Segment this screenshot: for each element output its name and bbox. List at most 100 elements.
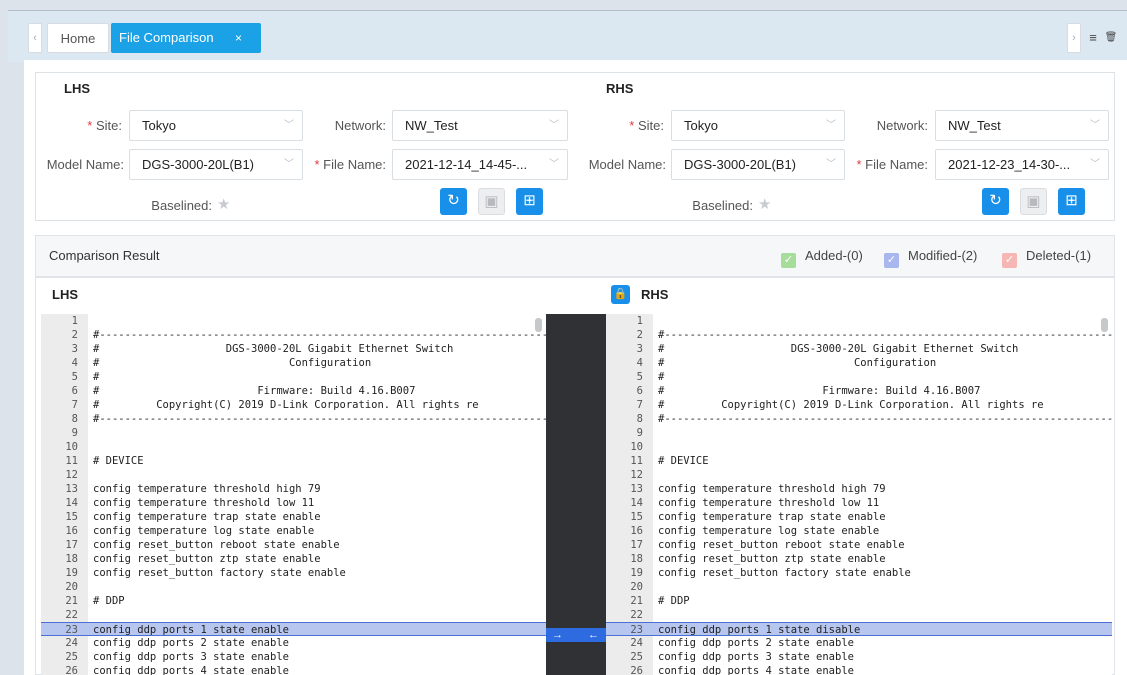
legend-added: ✓ Added-(0) — [781, 248, 863, 268]
star-icon[interactable]: ★ — [758, 195, 771, 213]
code-line: 1 — [606, 314, 1112, 328]
right-code-pane[interactable]: 1 2 #-------------------------------------… — [606, 314, 1112, 675]
line-number: 17 — [630, 539, 643, 551]
line-number: 12 — [65, 469, 78, 481]
line-text: config reset_button ztp state enable — [93, 553, 321, 565]
right-code-lines: 1 2 #-------------------------------------… — [606, 314, 1112, 675]
line-number: 25 — [65, 651, 78, 663]
rhs-site-select[interactable]: Tokyo ﹀ — [671, 110, 845, 141]
trash-icon[interactable]: 🗑 — [1103, 23, 1119, 53]
required-mark: * — [87, 118, 93, 133]
rhs-file-select[interactable]: 2021-12-23_14-30-... ﹀ — [935, 149, 1109, 180]
line-number: 26 — [65, 665, 78, 675]
line-text: config temperature threshold high 79 — [93, 483, 321, 495]
star-icon[interactable]: ★ — [217, 195, 230, 213]
code-line: 2 #--------------------------------------… — [606, 328, 1112, 342]
comparison-frame: LHS 🔒 RHS 1 2 #---------------------------… — [35, 277, 1115, 675]
line-text: config reset_button ztp state enable — [658, 553, 886, 565]
line-number: 6 — [71, 385, 78, 397]
code-line: 21 # DDP — [606, 594, 1112, 608]
arrow-right-icon[interactable]: → — [552, 628, 563, 642]
line-number: 8 — [71, 413, 78, 425]
tab-label: File Comparison — [119, 30, 214, 45]
tab-home[interactable]: Home — [47, 23, 109, 53]
code-line: 1 — [41, 314, 546, 328]
code-line: 21 # DDP — [41, 594, 546, 608]
line-number: 23 — [606, 623, 643, 635]
line-number: 22 — [630, 609, 643, 621]
code-line: 25 config ddp ports 3 state enable — [606, 650, 1112, 664]
chevron-down-icon: ﹀ — [549, 120, 559, 131]
line-text: # — [93, 371, 100, 383]
code-line: 22 — [41, 608, 546, 622]
chevron-down-icon: ﹀ — [1090, 159, 1100, 170]
code-line: 4 # Configuration — [41, 356, 546, 370]
menu-icon[interactable]: ≡ — [1085, 23, 1101, 53]
code-line: 12 — [606, 468, 1112, 482]
add-button[interactable]: ⊞ — [516, 188, 543, 215]
lhs-model-label: Model Name: — [46, 157, 124, 172]
tab-file-comparison[interactable]: File Comparison × — [111, 23, 261, 53]
line-number: 19 — [630, 567, 643, 579]
arrow-left-icon[interactable]: ← — [588, 628, 599, 642]
label-text: Site: — [95, 118, 122, 133]
line-text: config temperature threshold low 11 — [93, 497, 315, 509]
code-line: 22 — [606, 608, 1112, 622]
lhs-file-select[interactable]: 2021-12-14_14-45-... ﹀ — [392, 149, 568, 180]
modified-code-line: 23 config ddp ports 1 state disable — [606, 622, 1112, 636]
save-button[interactable]: ▣ — [478, 188, 505, 215]
line-text: # Configuration — [658, 357, 937, 369]
line-text: config temperature log state enable — [93, 525, 315, 537]
code-line: 18 config reset_button ztp state enable — [41, 552, 546, 566]
add-button[interactable]: ⊞ — [1058, 188, 1085, 215]
scrollbar-thumb[interactable] — [1101, 318, 1108, 332]
scrollbar-thumb[interactable] — [535, 318, 542, 332]
line-text: config ddp ports 4 state enable — [658, 665, 854, 675]
lhs-site-select[interactable]: Tokyo ﹀ — [129, 110, 303, 141]
lock-icon[interactable]: 🔒 — [611, 285, 630, 304]
rhs-title: RHS — [606, 81, 634, 96]
line-number: 7 — [71, 399, 78, 411]
tab-scroll-left-button[interactable]: ‹ — [28, 23, 42, 53]
refresh-button[interactable]: ↻ — [440, 188, 467, 215]
refresh-button[interactable]: ↻ — [982, 188, 1009, 215]
required-mark: * — [856, 157, 862, 172]
line-number: 9 — [636, 427, 643, 439]
lhs-network-select[interactable]: NW_Test ﹀ — [392, 110, 568, 141]
tab-bar: ‹ Home File Comparison × › ≡ 🗑 — [8, 10, 1127, 62]
code-line: 4 # Configuration — [606, 356, 1112, 370]
code-line: 19 config reset_button factory state enab… — [41, 566, 546, 580]
line-text: config reset_button factory state enable — [658, 567, 911, 579]
select-value: DGS-3000-20L(B1) — [142, 157, 254, 172]
code-line: 12 — [41, 468, 546, 482]
rhs-network-select[interactable]: NW_Test ﹀ — [935, 110, 1109, 141]
line-text: config ddp ports 2 state enable — [93, 637, 289, 649]
close-icon[interactable]: × — [235, 23, 242, 53]
check-icon: ✓ — [884, 253, 899, 268]
line-number: 5 — [71, 371, 78, 383]
tab-scroll-right-button[interactable]: › — [1067, 23, 1081, 53]
line-number: 24 — [65, 637, 78, 649]
label-text: File Name: — [865, 157, 928, 172]
code-line: 7 # Copyright(C) 2019 D-Link Corporation.… — [606, 398, 1112, 412]
left-pane-title: LHS — [52, 287, 78, 302]
line-number: 5 — [636, 371, 643, 383]
left-code-pane[interactable]: 1 2 #-------------------------------------… — [41, 314, 546, 675]
line-number: 14 — [630, 497, 643, 509]
chevron-down-icon: ﹀ — [549, 159, 559, 170]
save-button[interactable]: ▣ — [1020, 188, 1047, 215]
lhs-baselined-label: Baselined: — [151, 198, 212, 213]
code-line: 10 — [606, 440, 1112, 454]
select-value: DGS-3000-20L(B1) — [684, 157, 796, 172]
line-number: 6 — [636, 385, 643, 397]
line-number: 25 — [630, 651, 643, 663]
code-line: 3 # DGS-3000-20L Gigabit Ethernet Switch — [606, 342, 1112, 356]
line-number: 21 — [65, 595, 78, 607]
modified-code-line: 23 config ddp ports 1 state enable — [41, 622, 546, 636]
legend-deleted: ✓ Deleted-(1) — [1002, 248, 1091, 268]
code-line: 24 config ddp ports 2 state enable — [41, 636, 546, 650]
rhs-model-select[interactable]: DGS-3000-20L(B1) ﹀ — [671, 149, 845, 180]
line-text: #---------------------------------------… — [93, 413, 546, 425]
lhs-model-select[interactable]: DGS-3000-20L(B1) ﹀ — [129, 149, 303, 180]
line-text: # DGS-3000-20L Gigabit Ethernet Switch — [658, 343, 1019, 355]
